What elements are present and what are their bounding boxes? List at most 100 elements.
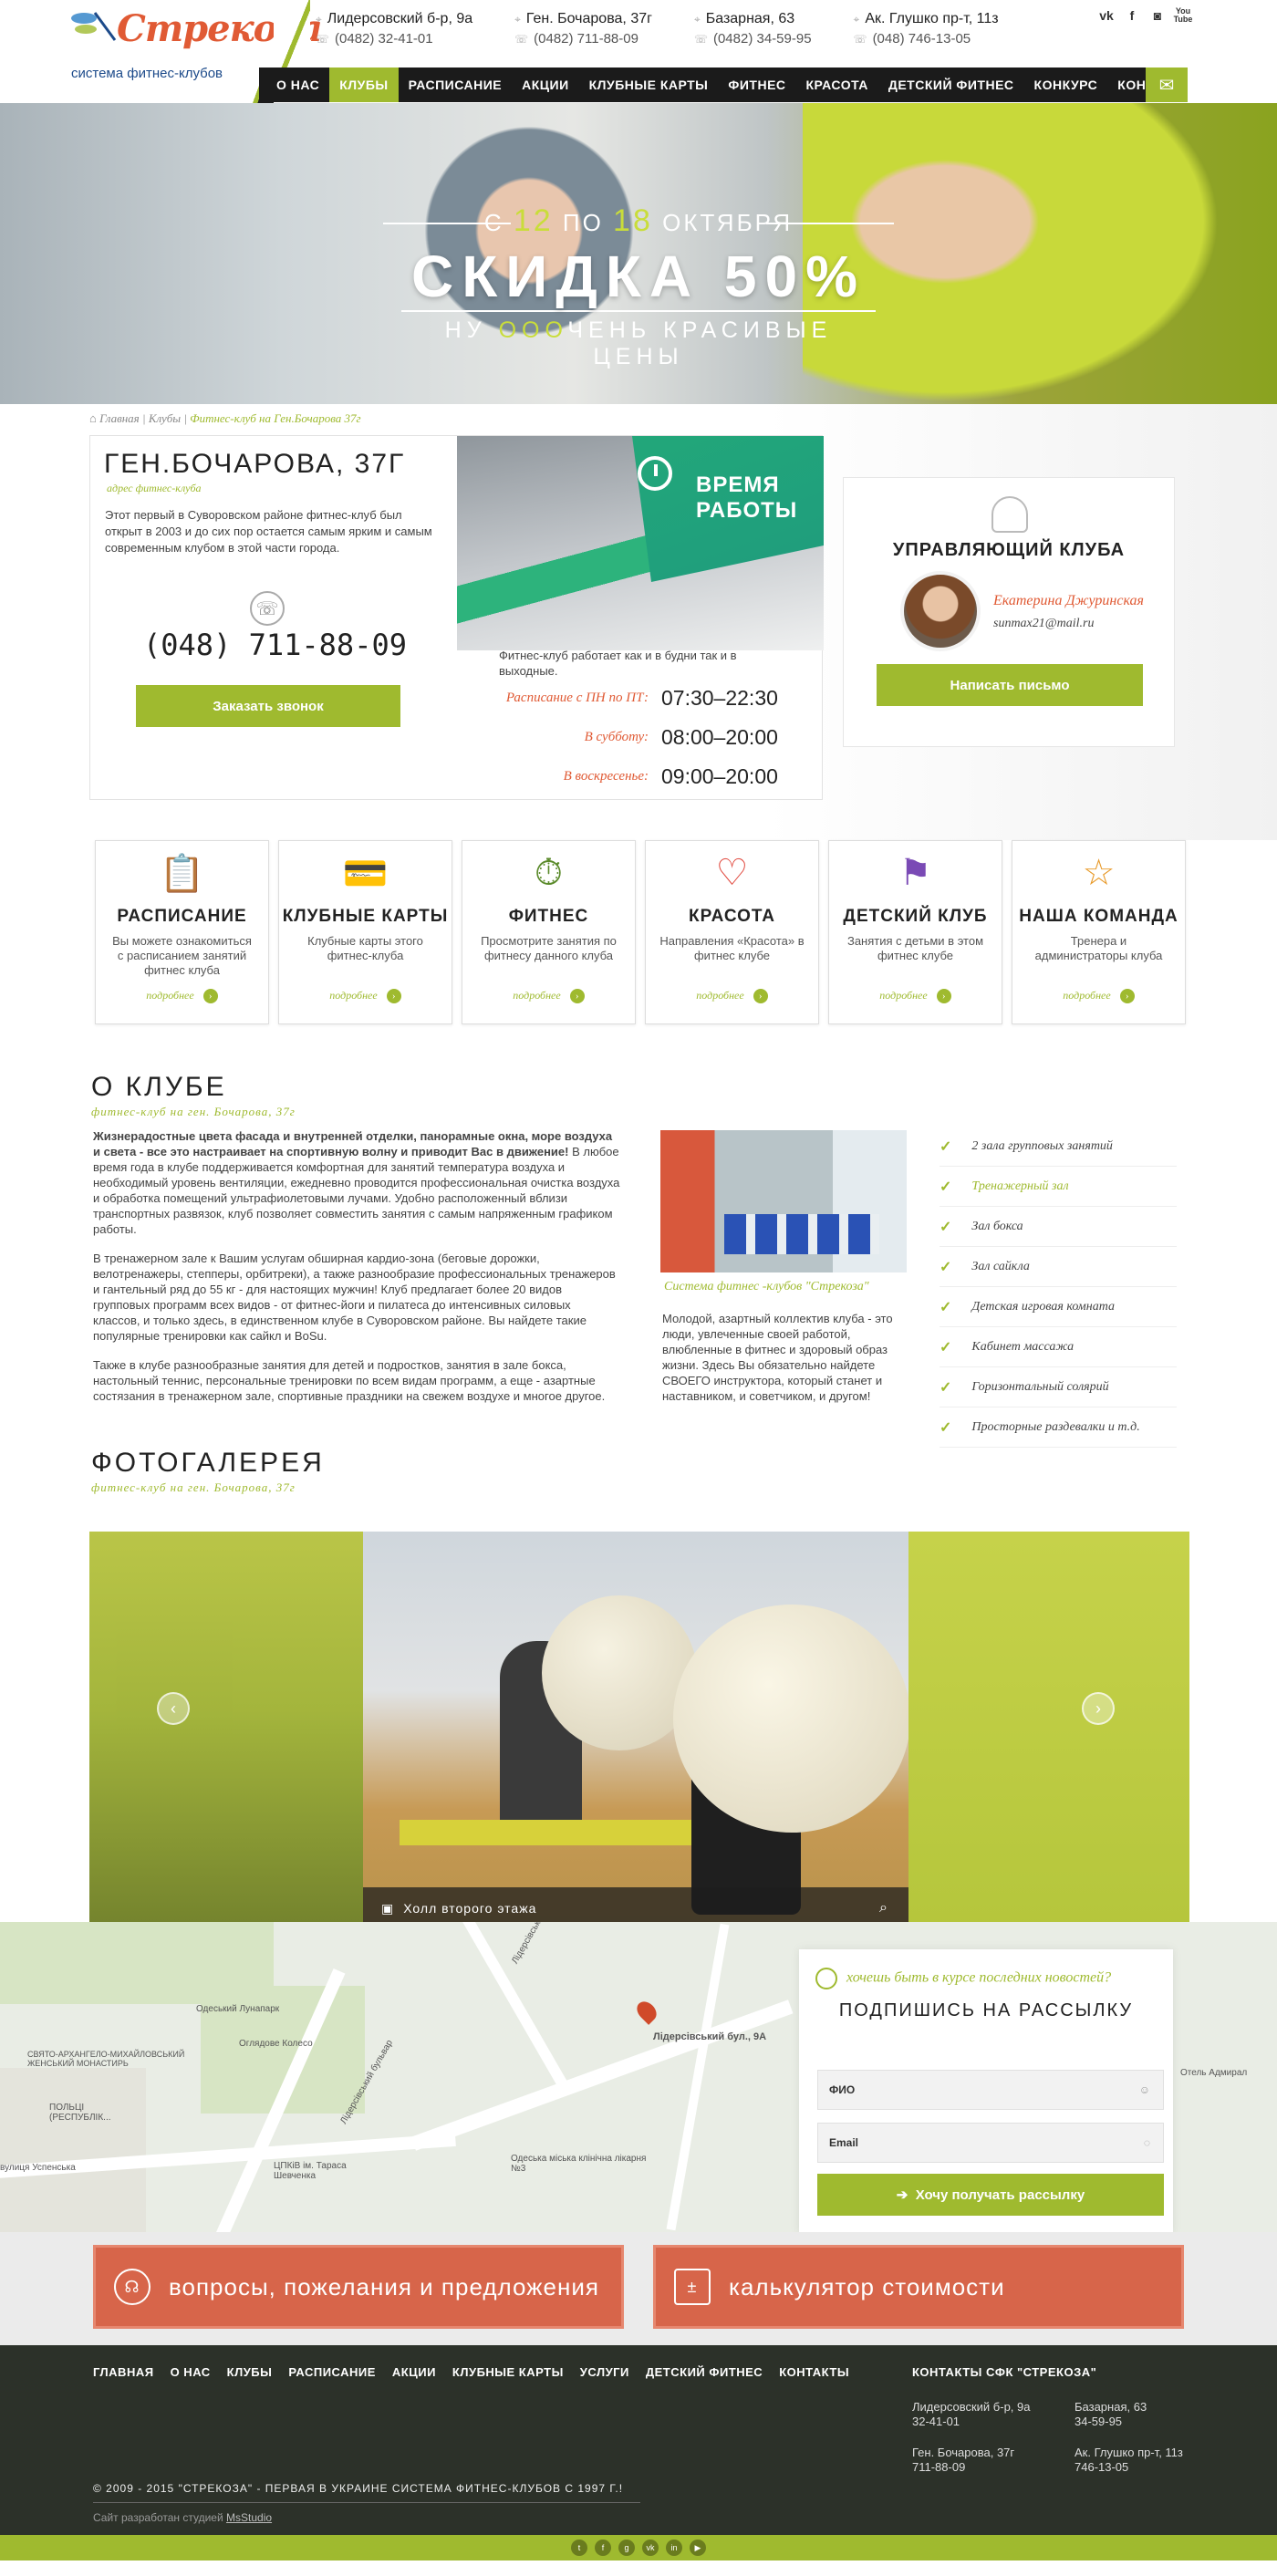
write-letter-button[interactable]: Написать письмо [877, 664, 1143, 706]
feedback-button[interactable]: ☊ вопросы, пожелания и предложения [93, 2245, 624, 2329]
callback-button[interactable]: Заказать звонок [136, 685, 400, 727]
linkedin-icon[interactable]: in [666, 2540, 682, 2556]
service-tile[interactable]: 📋 РАСПИСАНИЕ Вы можете ознакомиться с расп… [95, 840, 269, 1024]
more-link[interactable]: подробнее › [829, 989, 1002, 1003]
zoom-icon[interactable]: ⌕ [879, 1900, 888, 1916]
service-tile[interactable]: ⏱ ФИТНЕС Просмотрите занятия по фитнесу да… [462, 840, 636, 1024]
instagram-icon[interactable]: ◙ [1149, 7, 1166, 24]
youtube-icon[interactable]: ▶ [690, 2540, 706, 2556]
email-field[interactable]: Email ◌ [817, 2123, 1164, 2163]
menu-item[interactable]: КОНКУРС [1024, 68, 1108, 102]
hours-label: В воскресенье: [563, 769, 649, 784]
footer-menu-item[interactable]: КОНТАКТЫ [779, 2365, 849, 2379]
footer-menu-item[interactable]: ГЛАВНАЯ [93, 2365, 154, 2379]
service-desc: Просмотрите занятия по фитнесу данного к… [481, 934, 617, 962]
gallery-photo-current[interactable]: ▣ Холл второго этажа ⌕ [363, 1532, 910, 1929]
manager-title: УПРАВЛЯЮЩИЙ КЛУБА [892, 540, 1126, 560]
gallery-photo-prev[interactable]: ‹ [89, 1532, 363, 1929]
menu-item[interactable]: КЛУБЫ [329, 68, 399, 102]
arrow-right-icon[interactable]: › [1082, 1692, 1115, 1725]
menu-item[interactable]: КРАСОТА [796, 68, 878, 102]
more-link[interactable]: подробнее › [279, 989, 452, 1003]
manager-icon [991, 496, 1028, 533]
menu-item[interactable]: ДЕТСКИЙ ФИТНЕС [878, 68, 1024, 102]
footer-menu-item[interactable]: О НАС [171, 2365, 211, 2379]
more-link[interactable]: подробнее › [646, 989, 818, 1003]
image-icon: ▣ [381, 1900, 395, 1916]
footer-menu-item[interactable]: КЛУБЫ [227, 2365, 273, 2379]
location-icon: ⌖ [316, 13, 322, 26]
footer-contact: Базарная, 63 34-59-95 [1075, 2400, 1147, 2428]
site-footer: ГЛАВНАЯ О НАС КЛУБЫ РАСПИСАНИЕ АКЦИИ КЛУБНЫЕ … [0, 2345, 1277, 2560]
vk-icon[interactable]: vk [1098, 7, 1115, 24]
heartbeat-icon: ♡ [715, 853, 749, 893]
mail-icon[interactable]: ✉ [1146, 68, 1188, 102]
footer-social-bar: t f g vk in ▶ [0, 2535, 1277, 2560]
service-tile[interactable]: ⚑ ДЕТСКИЙ КЛУБ Занятия с детьми в этом фит… [828, 840, 1002, 1024]
service-tile[interactable]: 💳 КЛУБНЫЕ КАРТЫ Клубные карты этого фитнес… [278, 840, 452, 1024]
vk-icon[interactable]: vk [642, 2540, 659, 2556]
gallery-slider: ‹ ▣ Холл второго этажа ⌕ › [89, 1532, 1189, 1929]
map-label: Оглядове Колесо [239, 2039, 313, 2049]
service-title: ФИТНЕС [508, 907, 589, 926]
manager-email[interactable]: sunmax21@mail.ru [993, 617, 1095, 631]
footer-menu-item[interactable]: УСЛУГИ [580, 2365, 629, 2379]
feature-item: ✓ Горизонтальный солярий [940, 1367, 1177, 1407]
newsletter-question: хочешь быть в курсе последних новостей? [815, 1968, 1111, 1989]
subscribe-button[interactable]: ➔ Хочу получать рассылку [817, 2174, 1164, 2216]
footer-menu-item[interactable]: КЛУБНЫЕ КАРТЫ [452, 2365, 564, 2379]
phone-icon: ☏ [514, 33, 529, 46]
contact-phone[interactable]: (0482) 34-59-95 [713, 31, 812, 47]
team-description: Молодой, азартный коллектив клуба - это … [662, 1312, 893, 1403]
service-tile[interactable]: ☆ НАША КОМАНДА Тренера и администраторы кл… [1012, 840, 1186, 1024]
breadcrumb-clubs[interactable]: Клубы [149, 411, 181, 425]
facebook-icon[interactable]: f [1124, 7, 1140, 24]
gallery-caption-text: Холл второго этажа [403, 1901, 537, 1916]
youtube-icon[interactable]: You Tube [1174, 7, 1193, 24]
footer-menu-item[interactable]: РАСПИСАНИЕ [288, 2365, 376, 2379]
map[interactable]: Одеський Лунапарк Оглядове Колесо СВЯТО-… [0, 1922, 1277, 2232]
feature-item: ✓ Просторные раздевалки и т.д. [940, 1407, 1177, 1448]
contact-phone[interactable]: (0482) 32-41-01 [335, 31, 433, 47]
phone-icon: ☏ [853, 33, 867, 46]
menu-item[interactable]: КЛУБНЫЕ КАРТЫ [579, 68, 719, 102]
check-icon: ✓ [940, 1219, 952, 1235]
contact-phone[interactable]: (0482) 711-88-09 [534, 31, 638, 47]
contact-address: Лидерсовский б-р, 9а [327, 11, 473, 26]
menu-item[interactable]: РАСПИСАНИЕ [399, 68, 513, 102]
manager-avatar [900, 571, 981, 651]
calculator-button[interactable]: ± калькулятор стоимости [653, 2245, 1184, 2329]
location-icon: ⌖ [693, 13, 701, 26]
menu-item[interactable]: ФИТНЕС [718, 68, 795, 102]
service-title: НАША КОМАНДА [1019, 907, 1178, 926]
footer-menu-item[interactable]: ДЕТСКИЙ ФИТНЕС [646, 2365, 763, 2379]
map-pin-icon[interactable] [633, 1998, 660, 2025]
about-paragraph-2: В тренажерном зале к Вашим услугам обшир… [93, 1252, 616, 1343]
more-link[interactable]: подробнее › [1012, 989, 1185, 1003]
name-field[interactable]: ФИО ☺ [817, 2070, 1164, 2110]
cta-banners: ☊ вопросы, пожелания и предложения ± кальк… [0, 2232, 1277, 2345]
developer-link[interactable]: MsStudio [226, 2511, 272, 2524]
about-paragraph-1: Жизнерадостные цвета фасада и внутренней… [93, 1129, 620, 1236]
service-tile[interactable]: ♡ КРАСОТА Направления «Красота» в фитнес к… [645, 840, 819, 1024]
club-phone[interactable]: (048) 711-88-09 [143, 628, 407, 662]
google-icon[interactable]: g [618, 2540, 635, 2556]
breadcrumb-home[interactable]: Главная [99, 411, 140, 425]
more-link[interactable]: подробнее › [462, 989, 635, 1003]
contact-phone[interactable]: (048) 746-13-05 [873, 31, 971, 47]
map-label: Лідерсівський [510, 1922, 548, 1966]
phone-icon: ☏ [693, 33, 708, 46]
footer-menu-item[interactable]: АКЦИИ [392, 2365, 436, 2379]
twitter-icon[interactable]: t [571, 2540, 587, 2556]
more-link[interactable]: подробнее › [96, 989, 268, 1003]
club-description: Этот первый в Суворовском районе фитнес-… [105, 508, 432, 555]
facebook-icon[interactable]: f [595, 2540, 611, 2556]
arrow-right-icon: › [202, 989, 218, 1003]
club-interior-photo[interactable] [660, 1130, 907, 1272]
arrow-left-icon[interactable]: ‹ [157, 1692, 190, 1725]
promo-banner[interactable]: С 12 ПО 18 ОКТЯБРЯ СКИДКА 50% НУ ОООЧЕНЬ… [0, 103, 1277, 404]
menu-item[interactable]: АКЦИИ [512, 68, 579, 102]
menu-item[interactable]: О НАС [266, 68, 329, 102]
check-icon: ✓ [940, 1379, 952, 1396]
gallery-photo-next[interactable]: › [908, 1532, 1189, 1929]
